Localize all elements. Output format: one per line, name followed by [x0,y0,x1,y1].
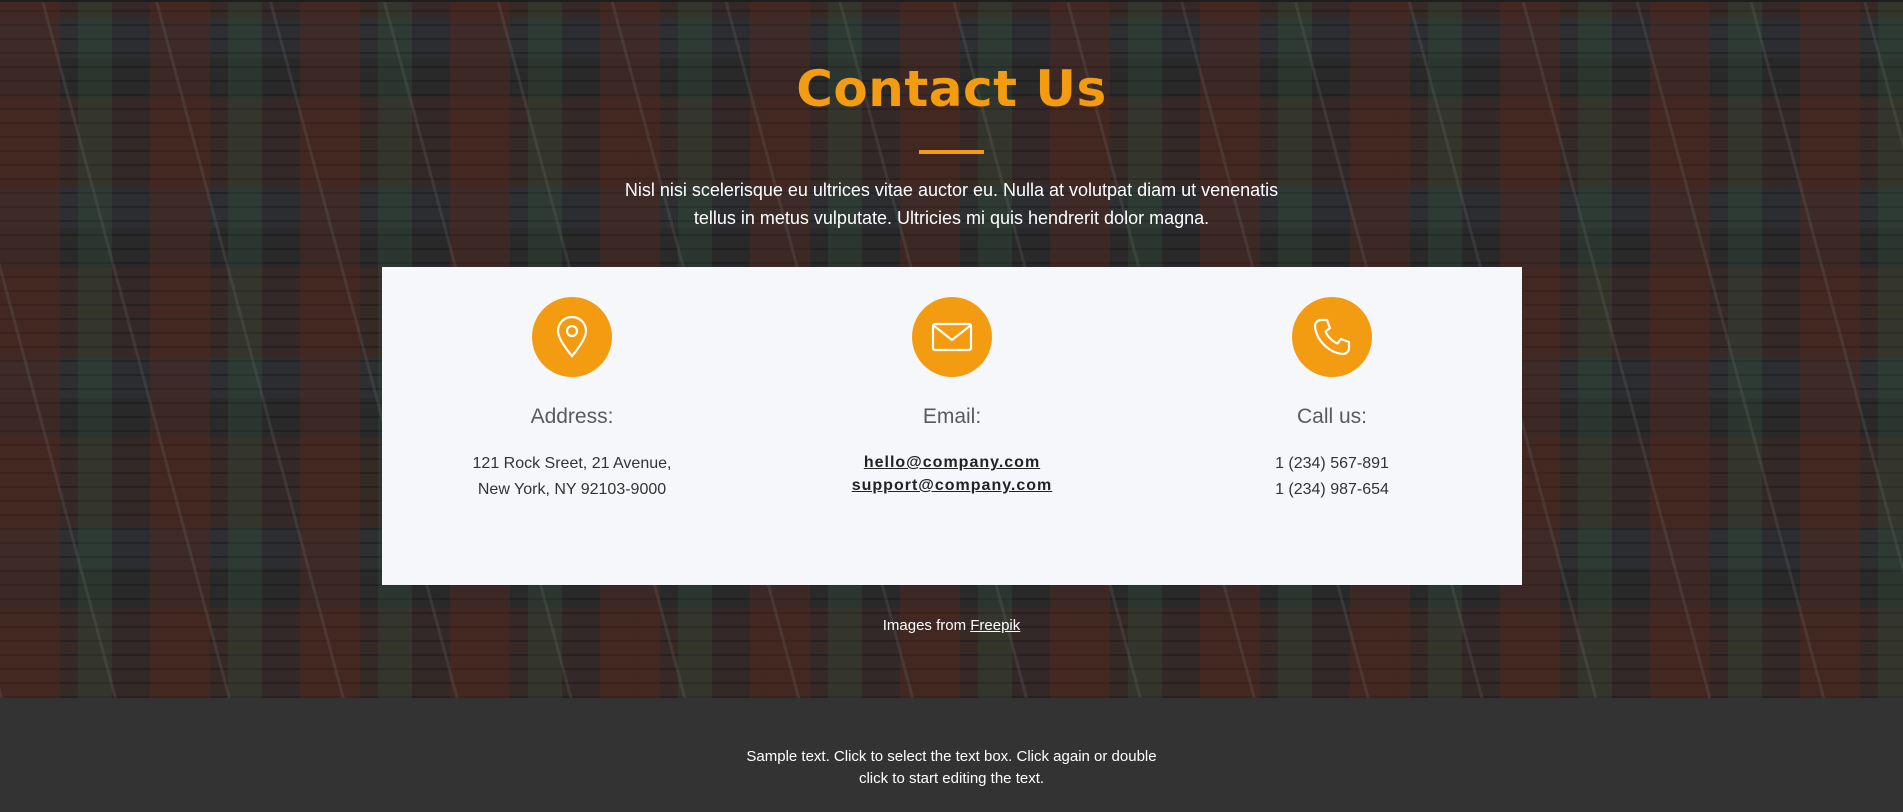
address-line: 121 Rock Sreet, 21 Avenue, [472,455,672,472]
phone-number: 1 (234) 567-891 [1275,455,1389,472]
map-pin-icon [532,297,612,377]
contact-card: Address: 121 Rock Sreet, 21 Avenue, New … [382,267,1522,585]
phone-heading: Call us: [1296,405,1368,428]
footer-text[interactable]: Sample text. Click to select the text bo… [0,746,1903,790]
credit-prefix: Images from [882,617,967,634]
phone-column: Call us: 1 (234) 567-891 1 (234) 987-654 [1142,267,1522,585]
email-links: hello@company.com support@company.com [762,451,1142,497]
phone-number: 1 (234) 987-654 [1275,481,1389,498]
image-credit: Images from Freepik [0,617,1903,634]
phone-icon [1292,297,1372,377]
footer-line: Sample text. Click to select the text bo… [746,748,1157,765]
address-heading: Address: [530,405,614,428]
intro-text: Nisl nisi scelerisque eu ultrices vitae … [624,180,1279,228]
email-column: Email: hello@company.com support@company… [762,267,1142,585]
email-link-hello[interactable]: hello@company.com [762,451,1142,474]
envelope-icon [912,297,992,377]
top-border [0,0,1903,2]
address-line: New York, NY 92103-9000 [477,481,667,498]
page-footer: Sample text. Click to select the text bo… [0,698,1903,812]
contact-hero-section: Contact Us Nisl nisi scelerisque eu ultr… [0,0,1903,698]
address-text: 121 Rock Sreet, 21 Avenue, New York, NY … [382,451,762,503]
page-title: Contact Us [796,60,1107,118]
footer-line: click to start editing the text. [858,770,1045,787]
title-divider [919,150,984,154]
address-column: Address: 121 Rock Sreet, 21 Avenue, New … [382,267,762,585]
email-heading: Email: [922,405,982,428]
email-link-support[interactable]: support@company.com [762,474,1142,497]
phone-numbers: 1 (234) 567-891 1 (234) 987-654 [1142,451,1522,503]
freepik-link[interactable]: Freepik [970,617,1020,634]
